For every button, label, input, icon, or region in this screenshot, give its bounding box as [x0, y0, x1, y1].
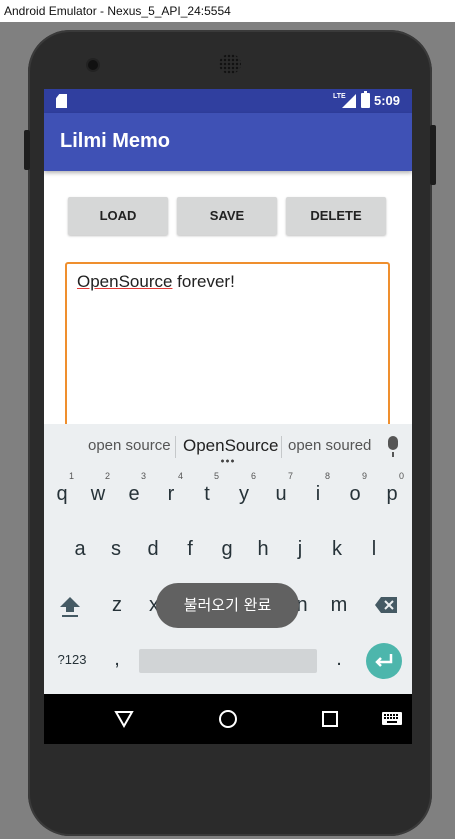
- back-icon[interactable]: [114, 709, 134, 729]
- key-m[interactable]: m: [324, 580, 354, 622]
- key-s[interactable]: s: [101, 524, 131, 566]
- space-bar[interactable]: [139, 649, 317, 673]
- more-suggestions-icon[interactable]: [220, 459, 236, 463]
- suggestion-divider: [281, 436, 282, 458]
- keyboard-icon[interactable]: [381, 711, 403, 727]
- key-r[interactable]: 4r: [156, 469, 186, 511]
- load-button[interactable]: LOAD: [68, 197, 168, 235]
- network-type: LTE: [333, 93, 346, 100]
- delete-button[interactable]: DELETE: [286, 197, 386, 235]
- suggestion-divider: [175, 436, 176, 458]
- home-icon[interactable]: [218, 709, 238, 729]
- key-a[interactable]: a: [65, 524, 95, 566]
- misspelled-word[interactable]: OpenSource: [77, 272, 172, 291]
- device-screen: LTE 5:09 Lilmi Memo LOAD SAVE DELETE Ope…: [44, 89, 412, 744]
- memo-text-field[interactable]: OpenSource forever!: [65, 262, 390, 442]
- clock: 5:09: [374, 93, 401, 108]
- key-z[interactable]: z: [102, 580, 132, 622]
- navigation-bar: [44, 694, 412, 744]
- key-w[interactable]: 2w: [83, 469, 113, 511]
- earpiece-speaker: [219, 54, 241, 74]
- symbols-key[interactable]: ?123: [52, 634, 92, 676]
- key-p[interactable]: 0p: [377, 469, 407, 511]
- status-bar: LTE 5:09: [44, 89, 412, 113]
- sd-card-icon: [56, 94, 67, 108]
- suggestion-1[interactable]: open source: [88, 424, 171, 468]
- key-j[interactable]: j: [285, 524, 315, 566]
- key-o[interactable]: 9o: [340, 469, 370, 511]
- save-button[interactable]: SAVE: [177, 197, 277, 235]
- key-l[interactable]: l: [359, 524, 389, 566]
- period-key[interactable]: .: [324, 634, 354, 676]
- mic-icon[interactable]: [388, 436, 398, 457]
- battery-icon: [361, 91, 370, 108]
- key-f[interactable]: f: [175, 524, 205, 566]
- key-k[interactable]: k: [322, 524, 352, 566]
- key-e[interactable]: 3e: [119, 469, 149, 511]
- power-button: [430, 125, 436, 185]
- app-title: Lilmi Memo: [60, 130, 171, 152]
- shift-icon[interactable]: [58, 594, 82, 618]
- suggestion-3[interactable]: open soured: [288, 424, 371, 468]
- key-t[interactable]: 5t: [192, 469, 222, 511]
- key-u[interactable]: 7u: [266, 469, 296, 511]
- enter-button[interactable]: [366, 643, 402, 679]
- key-d[interactable]: d: [138, 524, 168, 566]
- memo-text-rest: forever!: [172, 272, 235, 291]
- key-h[interactable]: h: [248, 524, 278, 566]
- volume-button: [24, 130, 30, 170]
- front-camera: [88, 60, 98, 70]
- key-y[interactable]: 6y: [229, 469, 259, 511]
- recents-icon[interactable]: [321, 710, 339, 728]
- key-q[interactable]: 1q: [47, 469, 77, 511]
- toast-message: 불러오기 완료: [156, 583, 299, 628]
- window-title: Android Emulator - Nexus_5_API_24:5554: [0, 0, 455, 22]
- memo-content: OpenSource forever!: [77, 272, 235, 292]
- comma-key[interactable]: ,: [102, 634, 132, 676]
- key-g[interactable]: g: [212, 524, 242, 566]
- enter-icon: [375, 654, 393, 667]
- app-bar: Lilmi Memo: [44, 113, 412, 171]
- backspace-icon[interactable]: [374, 596, 398, 614]
- key-i[interactable]: 8i: [303, 469, 333, 511]
